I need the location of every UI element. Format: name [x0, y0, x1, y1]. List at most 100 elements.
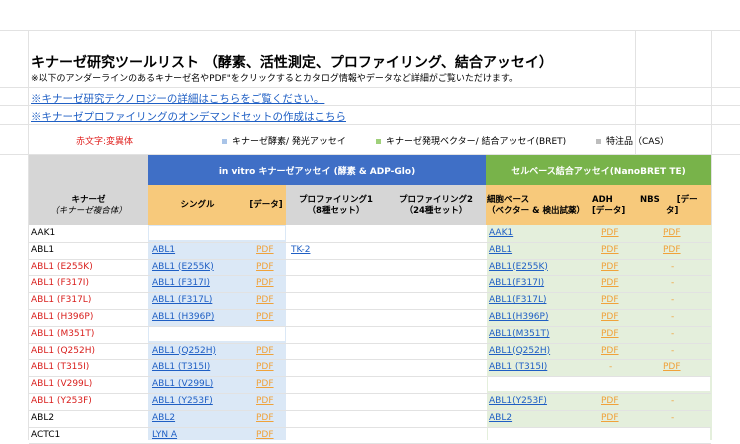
adh-pdf-link[interactable]: PDF	[601, 311, 619, 323]
data-pdf-link[interactable]: PDF	[256, 294, 274, 306]
adh-pdf-link[interactable]: PDF	[601, 395, 619, 407]
cell-based-link[interactable]: ABL1(E255K)	[489, 261, 548, 273]
legend-item-vector: キナーゼ発現ベクター/ 結合アッセイ(BRET)	[376, 134, 566, 147]
single-link[interactable]: ABL1 (T315I)	[152, 361, 210, 373]
nbs-value: -	[671, 345, 675, 356]
adh-pdf-link[interactable]: PDF	[601, 294, 619, 306]
data-pdf-link[interactable]: PDF	[256, 429, 274, 441]
nbs-value: -	[671, 328, 675, 339]
kinase-header: キナーゼ （キナーゼ複合体）	[29, 195, 148, 217]
grid-line	[0, 30, 740, 31]
spreadsheet: キナーゼ研究ツールリスト （酵素、活性測定、プロファイリング、結合アッセイ） ※…	[0, 0, 740, 444]
cell-based-link[interactable]: ABL2	[489, 412, 512, 424]
adh-pdf-link[interactable]: PDF	[601, 261, 619, 273]
single-link[interactable]: ABL1 (H396P)	[152, 311, 214, 323]
single-link[interactable]: ABL2	[152, 412, 175, 424]
single-link[interactable]: ABL1 (F317I)	[152, 277, 210, 289]
legend-label: キナーゼ発現ベクター/ 結合アッセイ(BRET)	[386, 137, 567, 147]
adh-pdf-link[interactable]: PDF	[601, 345, 619, 357]
cellbased-group-header: セルベース結合アッセイ(NanoBRET TE)	[486, 155, 711, 185]
legend-item-enzyme: キナーゼ酵素/ 発光アッセイ	[222, 134, 346, 147]
empty-cell	[488, 427, 710, 442]
single-link[interactable]: ABL1 (E255K)	[152, 261, 214, 273]
profiling2-header: プロファイリング2 （24種セット）	[386, 195, 486, 217]
nbs-value: -	[671, 312, 675, 322]
cell-based-link[interactable]: ABL1(Q252H)	[489, 345, 550, 357]
kinase-name: ABL1 (Q252H)	[31, 345, 95, 356]
adh-pdf-link[interactable]: PDF	[601, 328, 619, 340]
nbs-pdf-link[interactable]: PDF	[663, 244, 681, 256]
profiling2-label: プロファイリング2	[399, 195, 473, 205]
nbs-pdf-link[interactable]: PDF	[663, 227, 681, 239]
table-row: ABL1 (T315I) ABL1 (T315I) PDF ABL1 (T315I) -…	[0, 359, 740, 375]
adh-sub: [データ]	[592, 206, 626, 216]
table-row: ABL1 (F317L) ABL1 (F317L) PDF ABL1(F317L) PD…	[0, 292, 740, 308]
nbs-value: -	[671, 396, 675, 406]
instruction-note: ※以下のアンダーラインのあるキナーゼ名やPDF"をクリックするとカタログ情報やデ…	[31, 74, 518, 84]
table-row: ABL1 (Y253F) ABL1 (Y253F) PDF ABL1(Y253F) PD…	[0, 393, 740, 409]
profiling1-label: プロファイリング1	[299, 195, 373, 205]
single-link[interactable]: LYN A	[152, 429, 177, 441]
kinase-name: AAK1	[31, 228, 56, 238]
data-pdf-link[interactable]: PDF	[256, 345, 274, 357]
kinase-name: ABL1 (F317L)	[31, 295, 92, 306]
kinase-name: ABL1 (Y253F)	[31, 396, 92, 406]
single-link[interactable]: ABL1 (V299L)	[152, 378, 213, 390]
cell-based-link[interactable]: ABL1(Y253F)	[489, 395, 547, 407]
kinase-name: ABL1 (M351T)	[31, 328, 95, 339]
data-pdf-link[interactable]: PDF	[256, 261, 274, 273]
data-pdf-link[interactable]: PDF	[256, 361, 274, 373]
data-pdf-link[interactable]: PDF	[256, 412, 274, 424]
nbs-sub: タ]	[666, 206, 679, 216]
table-row: ACTC1 LYN A PDF	[0, 427, 740, 443]
data-pdf-link[interactable]: PDF	[256, 244, 274, 256]
legend-item-custom: 特注品（CAS）	[596, 134, 669, 147]
nbs-value: -	[671, 412, 675, 423]
kinase-header-sub: （キナーゼ複合体）	[50, 206, 127, 216]
nbs-header: NBS [デー タ]	[640, 195, 710, 217]
single-link[interactable]: ABL1	[152, 244, 175, 256]
legend-swatch	[222, 139, 227, 144]
kinase-name: ACTC1	[31, 429, 61, 440]
profiling2-sub: （24種セット）	[404, 206, 468, 216]
single-link[interactable]: ABL1 (F317L)	[152, 294, 212, 306]
legend-swatch	[376, 139, 381, 144]
grid-line	[0, 87, 740, 88]
table-row: ABL1 (M351T) ABL1(M351T) PDF -	[0, 326, 740, 342]
profiling1-header: プロファイリング1 （8種セット）	[286, 195, 386, 217]
adh-pdf-link[interactable]: PDF	[601, 227, 619, 239]
kinase-name: ABL2	[31, 412, 55, 423]
data-pdf-link[interactable]: PDF	[256, 277, 274, 289]
cell-based-link[interactable]: ABL1(F317L)	[489, 294, 546, 306]
single-header: シングル	[180, 200, 215, 210]
data-pdf-link[interactable]: PDF	[256, 395, 274, 407]
table-row: ABL1 (Q252H) ABL1 (Q252H) PDF ABL1(Q252H) PD…	[0, 343, 740, 359]
single-link[interactable]: ABL1 (Q252H)	[152, 345, 216, 357]
profiling-set-link[interactable]: ※キナーゼプロファイリングのオンデマンドセットの作成はこちら	[31, 109, 346, 124]
legend-mutant-note: 赤文字:変異体	[76, 137, 134, 147]
kinase-name: ABL1	[31, 244, 55, 255]
data-pdf-link[interactable]: PDF	[256, 378, 274, 390]
cell-based-link[interactable]: ABL1 (T315I)	[489, 361, 547, 373]
adh-header: ADH [データ]	[592, 195, 632, 217]
adh-label: ADH	[592, 195, 613, 205]
nbs-value: -	[671, 295, 675, 306]
cell-based-link[interactable]: ABL1	[489, 244, 512, 256]
cell-based-link[interactable]: AAK1	[489, 227, 513, 239]
kinase-name: ABL1 (F317I)	[31, 278, 89, 289]
technology-link[interactable]: ※キナーゼ研究テクノロジーの詳細はこちらをご覧ください。	[31, 91, 324, 106]
page-title: キナーゼ研究ツールリスト （酵素、活性測定、プロファイリング、結合アッセイ）	[31, 55, 553, 71]
table-row: ABL1 (F317I) ABL1 (F317I) PDF ABL1(F317I) PD…	[0, 275, 740, 291]
cell-based-link[interactable]: ABL1(M351T)	[489, 328, 550, 340]
adh-pdf-link[interactable]: PDF	[601, 244, 619, 256]
nbs-value: -	[671, 278, 675, 289]
single-link[interactable]: ABL1 (Y253F)	[152, 395, 213, 407]
nbs-pdf-link[interactable]: PDF	[663, 361, 681, 373]
data-pdf-link[interactable]: PDF	[256, 311, 274, 323]
cell-based-link[interactable]: ABL1(F317I)	[489, 277, 544, 289]
profiling1-link[interactable]: TK-2	[291, 244, 310, 256]
adh-pdf-link[interactable]: PDF	[601, 277, 619, 289]
cell-based-link[interactable]: ABL1(H396P)	[489, 311, 548, 323]
invitro-group-header: in vitro キナーゼアッセイ (酵素 & ADP-Glo)	[148, 155, 486, 185]
adh-pdf-link[interactable]: PDF	[601, 412, 619, 424]
